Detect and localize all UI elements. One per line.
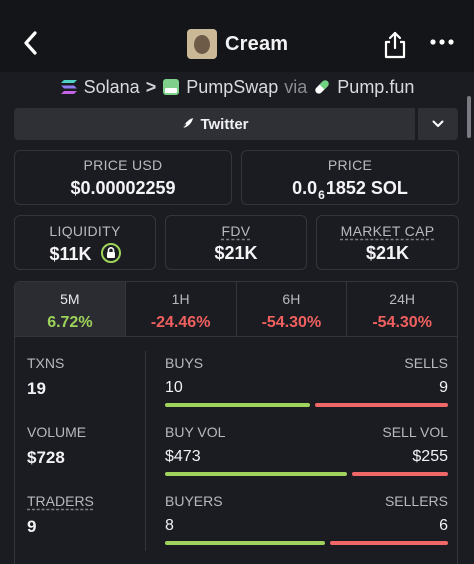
socials-dropdown-button[interactable] xyxy=(418,108,458,140)
volume-value: $728 xyxy=(27,448,65,467)
sells-label: SELLS xyxy=(404,355,448,371)
market-cap-value: $21K xyxy=(365,243,410,263)
buy-sell-volume-stat: BUY VOL SELL VOL $473 $255 xyxy=(165,424,448,476)
buyers-sellers-ratio-bar xyxy=(165,541,448,545)
stats-divider xyxy=(145,351,146,551)
buy-sell-volume-ratio-bar xyxy=(165,472,448,476)
price-usd-label: PRICE USD xyxy=(83,157,163,173)
buys-sells-ratio-bar xyxy=(165,403,448,407)
breadcrumb-chain[interactable]: Solana xyxy=(60,77,140,98)
more-dots-icon xyxy=(430,39,454,45)
pill-icon xyxy=(315,80,329,94)
dex-label: PumpSwap xyxy=(186,76,279,97)
tab-1h[interactable]: 1H -24.46% xyxy=(126,282,237,336)
volume-label: VOLUME xyxy=(27,424,87,440)
tab-change: -54.30% xyxy=(372,314,432,331)
txns-value: 19 xyxy=(27,379,46,398)
lock-icon[interactable] xyxy=(100,243,121,263)
tab-change: 6.72% xyxy=(47,314,93,331)
scrollbar[interactable] xyxy=(467,96,471,138)
price-native-prefix: 0.0 xyxy=(292,178,318,198)
market-cap-card: MARKET CAP $21K xyxy=(316,215,459,270)
tab-change: -54.30% xyxy=(261,314,322,331)
share-icon xyxy=(384,31,406,59)
buy-vol-bar xyxy=(165,472,347,476)
buy-vol-label: BUY VOL xyxy=(165,424,226,440)
buyers-sellers-stat: BUYERS SELLERS 8 6 xyxy=(165,493,448,545)
traders-value: 9 xyxy=(27,517,37,536)
breadcrumb-launchpad[interactable]: Pump.fun xyxy=(313,77,414,98)
sell-vol-label: SELL VOL xyxy=(382,424,448,440)
trade-stats-panel: TXNS 19 BUYS SELLS 10 9 VOLUME $728 BUY … xyxy=(14,337,458,564)
via-label: via xyxy=(284,76,308,97)
more-button[interactable] xyxy=(428,34,456,50)
sells-bar xyxy=(315,403,448,407)
top-bar: Cream xyxy=(0,0,474,72)
liquidity-label: LIQUIDITY xyxy=(49,223,121,239)
liquidity-value: $11K xyxy=(49,244,92,264)
share-button[interactable] xyxy=(383,31,407,59)
tab-5m[interactable]: 5M 6.72% xyxy=(15,282,126,336)
token-title: Cream xyxy=(187,28,288,60)
sell-vol-value: $255 xyxy=(412,448,448,465)
liquidity-card: LIQUIDITY $11K xyxy=(14,215,156,270)
traders-stat: TRADERS 9 xyxy=(27,493,94,537)
timeframe-tabs: 5M 6.72% 1H -24.46% 6H -54.30% 24H -54.3… xyxy=(14,281,458,337)
price-usd-value: $0.00002259 xyxy=(70,178,176,198)
tab-label: 6H xyxy=(282,291,301,307)
txns-label: TXNS xyxy=(27,355,65,371)
twitter-label: Twitter xyxy=(200,115,249,133)
chain-label: Solana xyxy=(83,76,140,97)
chevron-down-icon xyxy=(432,120,444,127)
price-native-label: PRICE xyxy=(327,157,373,173)
fdv-label[interactable]: FDV xyxy=(166,223,306,239)
liquidity-value-wrap: $11K xyxy=(15,243,155,265)
price-native-value: 0.061852 SOL xyxy=(242,178,458,202)
volume-stat: VOLUME $728 xyxy=(27,424,86,468)
buys-value: 10 xyxy=(165,379,183,396)
breadcrumb-separator: > xyxy=(145,76,157,97)
breadcrumb-dex[interactable]: PumpSwap xyxy=(162,77,278,98)
tab-6h[interactable]: 6H -54.30% xyxy=(237,282,348,336)
social-links: Twitter xyxy=(14,108,458,140)
price-native-rest: 1852 SOL xyxy=(325,178,408,198)
sells-value: 9 xyxy=(439,379,448,396)
tab-label: 24H xyxy=(389,291,415,307)
fdv-value: $21K xyxy=(214,243,258,263)
token-avatar xyxy=(187,29,217,59)
tab-label: 5M xyxy=(60,291,80,307)
fdv-card: FDV $21K xyxy=(165,215,307,270)
back-button[interactable] xyxy=(20,28,42,58)
feather-icon xyxy=(181,118,194,131)
market-cap-label[interactable]: MARKET CAP xyxy=(317,223,458,239)
solana-icon xyxy=(60,80,77,94)
buyers-label: BUYERS xyxy=(165,493,223,509)
pumpswap-icon xyxy=(163,79,180,95)
sellers-label: SELLERS xyxy=(384,493,448,509)
twitter-button[interactable]: Twitter xyxy=(14,108,415,140)
tab-24h[interactable]: 24H -54.30% xyxy=(347,282,457,336)
buyers-bar xyxy=(165,541,325,545)
sellers-value: 6 xyxy=(439,517,448,534)
price-native-zero-count: 6 xyxy=(318,188,325,202)
price-native-card: PRICE 0.061852 SOL xyxy=(241,150,459,205)
tab-label: 1H xyxy=(171,291,190,307)
chevron-left-icon xyxy=(24,31,37,55)
buys-label: BUYS xyxy=(165,355,204,371)
sell-vol-bar xyxy=(352,472,448,476)
buys-bar xyxy=(165,403,310,407)
traders-label[interactable]: TRADERS xyxy=(27,493,94,509)
buy-vol-value: $473 xyxy=(165,448,201,465)
price-usd-card: PRICE USD $0.00002259 xyxy=(14,150,232,205)
tab-change: -24.46% xyxy=(150,314,211,331)
buyers-value: 8 xyxy=(165,517,174,534)
page-title: Cream xyxy=(225,32,289,55)
breadcrumb: Solana > PumpSwap via Pump.fun xyxy=(0,72,474,102)
sellers-bar xyxy=(330,541,448,545)
launchpad-label: Pump.fun xyxy=(337,76,415,97)
txns-stat: TXNS 19 xyxy=(27,355,64,399)
buys-sells-stat: BUYS SELLS 10 9 xyxy=(165,355,448,407)
